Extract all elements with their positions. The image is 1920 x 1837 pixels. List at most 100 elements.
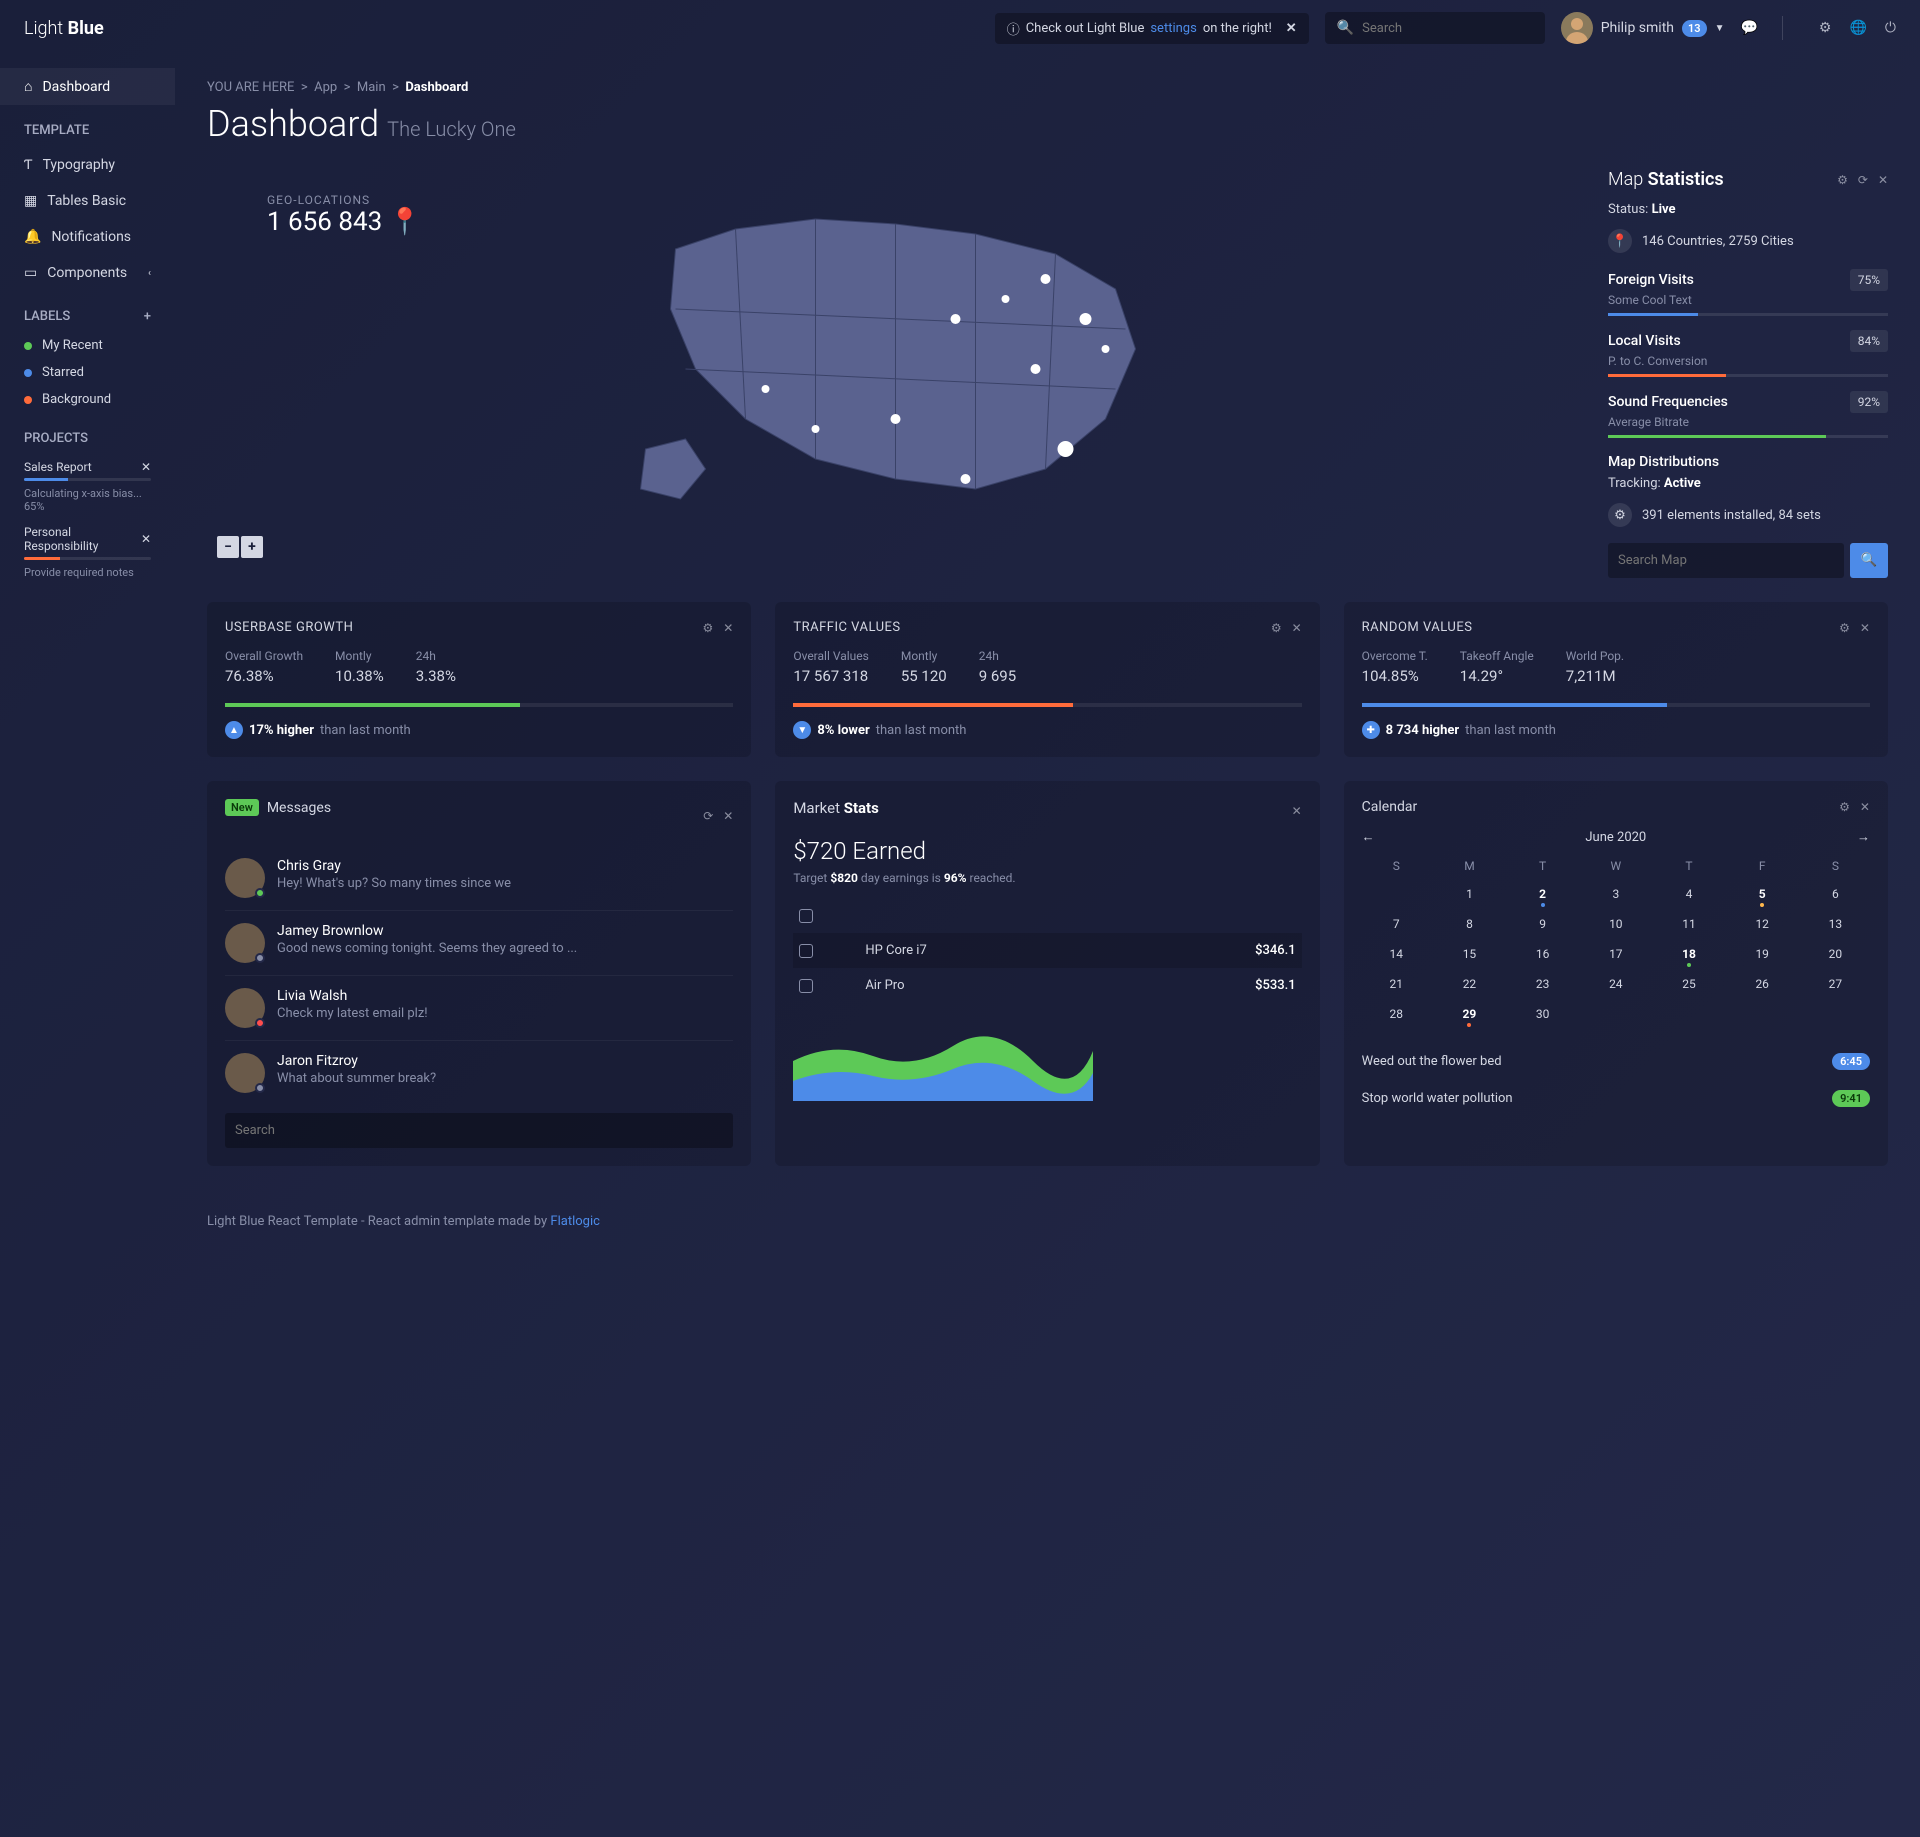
metric-card: RANDOM VALUES⚙✕ Overcome T.104.85%Takeof… bbox=[1344, 602, 1888, 757]
info-icon: ⓘ bbox=[1007, 19, 1020, 38]
message-item[interactable]: Jamey BrownlowGood news coming tonight. … bbox=[225, 910, 733, 975]
map-search-button[interactable]: 🔍 bbox=[1850, 543, 1888, 578]
calendar-day[interactable]: 1 bbox=[1435, 881, 1504, 907]
gear-icon[interactable]: ⚙ bbox=[1819, 20, 1832, 36]
calendar-day[interactable]: 3 bbox=[1581, 881, 1650, 907]
stats-title: Map Statistics bbox=[1608, 169, 1724, 190]
calendar-day[interactable]: 14 bbox=[1362, 941, 1431, 967]
avatar bbox=[225, 988, 265, 1028]
message-item[interactable]: Jaron FitzroyWhat about summer break? bbox=[225, 1040, 733, 1105]
chat-icon[interactable]: 💬 bbox=[1740, 20, 1757, 36]
message-item[interactable]: Chris GrayHey! What's up? So many times … bbox=[225, 846, 733, 910]
calendar-day bbox=[1801, 1001, 1870, 1027]
checkbox[interactable] bbox=[799, 944, 813, 958]
alert-link[interactable]: settings bbox=[1150, 21, 1196, 36]
table-row[interactable]: HP Core i7$346.1 bbox=[793, 933, 1301, 968]
calendar-day[interactable]: 7 bbox=[1362, 911, 1431, 937]
calendar-day[interactable]: 27 bbox=[1801, 971, 1870, 997]
logo[interactable]: Light Blue bbox=[24, 18, 104, 39]
calendar-day[interactable]: 26 bbox=[1728, 971, 1797, 997]
gear-icon[interactable]: ⚙ bbox=[703, 621, 714, 635]
alert-bar: ⓘ Check out Light Blue settings on the r… bbox=[995, 13, 1309, 44]
calendar-day[interactable]: 17 bbox=[1581, 941, 1650, 967]
calendar-day[interactable]: 23 bbox=[1508, 971, 1577, 997]
close-icon[interactable]: ✕ bbox=[723, 621, 733, 635]
calendar-day[interactable]: 11 bbox=[1654, 911, 1723, 937]
calendar-day[interactable]: 29 bbox=[1435, 1001, 1504, 1027]
home-icon: ⌂ bbox=[24, 78, 32, 95]
stat-row: Local Visits84%P. to C. Conversion bbox=[1608, 330, 1888, 377]
footer: Light Blue React Template - React admin … bbox=[207, 1190, 1888, 1253]
message-item[interactable]: Livia WalshCheck my latest email plz! bbox=[225, 975, 733, 1040]
calendar-day[interactable]: 20 bbox=[1801, 941, 1870, 967]
close-icon[interactable]: ✕ bbox=[1292, 804, 1302, 818]
calendar-day[interactable]: 21 bbox=[1362, 971, 1431, 997]
calendar-day[interactable]: 6 bbox=[1801, 881, 1870, 907]
calendar-day bbox=[1362, 881, 1431, 907]
calendar-day[interactable]: 19 bbox=[1728, 941, 1797, 967]
power-icon[interactable]: ⏻ bbox=[1885, 20, 1896, 36]
calendar-day[interactable]: 8 bbox=[1435, 911, 1504, 937]
map-search-input[interactable] bbox=[1608, 543, 1844, 578]
nav-item-tables-basic[interactable]: ▦Tables Basic bbox=[0, 183, 175, 219]
gear-icon[interactable]: ⚙ bbox=[1271, 621, 1282, 635]
plus-icon[interactable]: + bbox=[144, 309, 151, 324]
next-month-button[interactable]: → bbox=[1857, 829, 1870, 845]
project-item[interactable]: Sales Report✕Calculating x-axis bias... … bbox=[0, 454, 175, 519]
close-icon[interactable]: ✕ bbox=[1860, 621, 1870, 635]
calendar-day[interactable]: 2 bbox=[1508, 881, 1577, 907]
section-projects: PROJECTS bbox=[0, 413, 175, 454]
calendar-day bbox=[1654, 1001, 1723, 1027]
close-icon[interactable]: ✕ bbox=[1878, 173, 1888, 187]
zoom-out-button[interactable]: − bbox=[217, 536, 239, 558]
close-icon[interactable]: ✕ bbox=[141, 532, 151, 546]
calendar-day[interactable]: 13 bbox=[1801, 911, 1870, 937]
calendar-day[interactable]: 25 bbox=[1654, 971, 1723, 997]
nav-item-components[interactable]: ▭Components‹ bbox=[0, 255, 175, 291]
calendar-day[interactable]: 10 bbox=[1581, 911, 1650, 937]
calendar-day[interactable]: 15 bbox=[1435, 941, 1504, 967]
calendar-day[interactable]: 12 bbox=[1728, 911, 1797, 937]
calendar-day[interactable]: 28 bbox=[1362, 1001, 1431, 1027]
label-my-recent[interactable]: My Recent bbox=[0, 332, 175, 359]
calendar-day[interactable]: 5 bbox=[1728, 881, 1797, 907]
label-starred[interactable]: Starred bbox=[0, 359, 175, 386]
table-row[interactable]: Air Pro$533.1 bbox=[793, 968, 1301, 1003]
checkbox[interactable] bbox=[799, 979, 813, 993]
footer-link[interactable]: Flatlogic bbox=[550, 1214, 600, 1229]
calendar-day[interactable]: 24 bbox=[1581, 971, 1650, 997]
search-input[interactable] bbox=[1362, 21, 1533, 36]
trend-icon: ▼ bbox=[793, 721, 811, 739]
close-icon[interactable]: ✕ bbox=[1860, 800, 1870, 814]
calendar-day[interactable]: 30 bbox=[1508, 1001, 1577, 1027]
nav-dashboard[interactable]: ⌂Dashboard bbox=[0, 68, 175, 105]
search-box[interactable]: 🔍 bbox=[1325, 12, 1545, 44]
gear-icon[interactable]: ⚙ bbox=[1837, 173, 1848, 187]
user-menu[interactable]: Philip smith 13 ▼ bbox=[1561, 12, 1725, 44]
refresh-icon[interactable]: ⟳ bbox=[703, 809, 713, 823]
close-icon[interactable]: ✕ bbox=[1286, 21, 1297, 36]
calendar-day[interactable]: 18 bbox=[1654, 941, 1723, 967]
calendar-day[interactable]: 4 bbox=[1654, 881, 1723, 907]
checkbox[interactable] bbox=[799, 909, 813, 923]
gear-icon[interactable]: ⚙ bbox=[1839, 800, 1850, 814]
project-item[interactable]: Personal Responsibility✕Provide required… bbox=[0, 519, 175, 585]
calendar-day[interactable]: 22 bbox=[1435, 971, 1504, 997]
nav-item-notifications[interactable]: 🔔Notifications bbox=[0, 219, 175, 255]
message-search-input[interactable] bbox=[225, 1113, 733, 1148]
calendar-day[interactable]: 9 bbox=[1508, 911, 1577, 937]
prev-month-button[interactable]: ← bbox=[1362, 829, 1375, 845]
close-icon[interactable]: ✕ bbox=[723, 809, 733, 823]
calendar-event[interactable]: Stop world water pollution9:41 bbox=[1362, 1080, 1870, 1117]
label-background[interactable]: Background bbox=[0, 386, 175, 413]
nav-item-typography[interactable]: ƬTypography bbox=[0, 146, 175, 183]
pin-icon: 📍 bbox=[389, 207, 421, 237]
globe-icon[interactable]: 🌐 bbox=[1849, 20, 1866, 36]
calendar-day[interactable]: 16 bbox=[1508, 941, 1577, 967]
calendar-event[interactable]: Weed out the flower bed6:45 bbox=[1362, 1043, 1870, 1080]
refresh-icon[interactable]: ⟳ bbox=[1858, 173, 1868, 187]
gear-icon[interactable]: ⚙ bbox=[1839, 621, 1850, 635]
close-icon[interactable]: ✕ bbox=[141, 460, 151, 474]
close-icon[interactable]: ✕ bbox=[1292, 621, 1302, 635]
zoom-in-button[interactable]: + bbox=[241, 536, 263, 558]
